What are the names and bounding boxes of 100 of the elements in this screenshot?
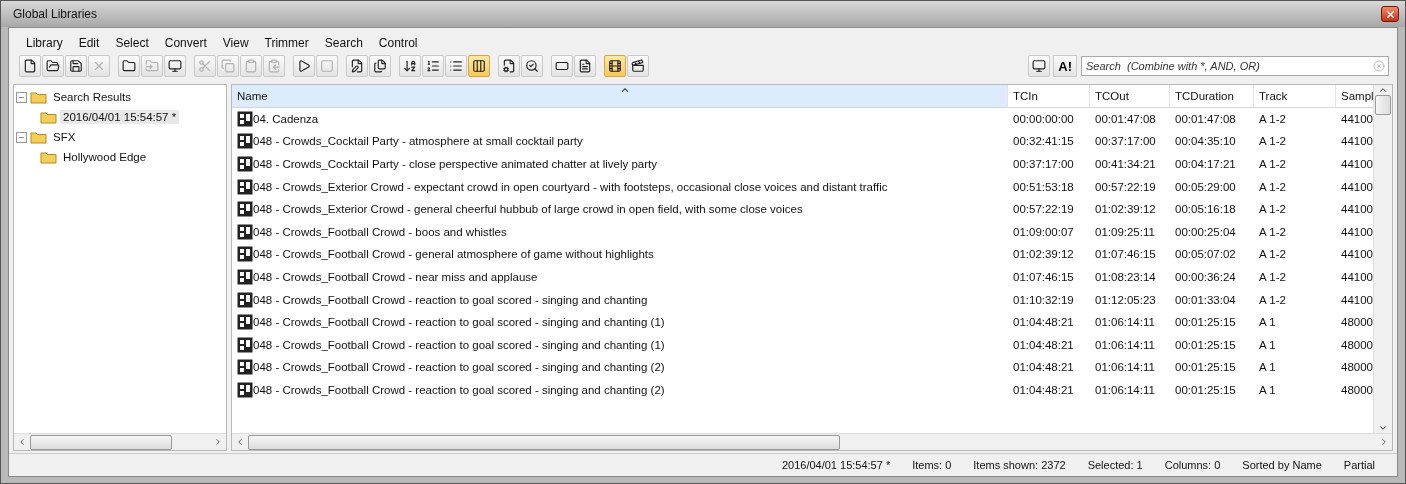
close-icon [92, 59, 106, 73]
documents-button[interactable] [369, 55, 391, 77]
table-cell-text: 44100 [1340, 179, 1373, 195]
columns-icon [472, 59, 486, 73]
scroll-left-icon[interactable] [235, 437, 245, 447]
folder-open-icon [40, 110, 57, 124]
table-cell-text: A 1-2 [1258, 111, 1287, 127]
clapperboard-button[interactable] [627, 55, 649, 77]
column-header[interactable]: TCDuration [1170, 85, 1254, 108]
table-cell: 048 - Crowds_Football Crowd - reaction to goal scored - singing and chanting (2) [253, 384, 665, 396]
table-cell: 048 - Crowds_Football Crowd - boos and whistles [253, 225, 507, 238]
collapse-toggle[interactable] [16, 131, 27, 143]
table-cell-text: 01:02:39:12 [1094, 202, 1157, 218]
table-cell-text: 44100 [1340, 134, 1373, 150]
table-cell-text: A 1-2 [1258, 202, 1287, 218]
folder-button[interactable] [118, 55, 140, 77]
text-document-button[interactable] [574, 55, 596, 77]
monitor-button[interactable] [164, 55, 186, 77]
tree-item[interactable]: Search Results [50, 90, 134, 104]
window-switch-button[interactable] [1028, 55, 1051, 77]
table-cell-text: 01:07:46:15 [1012, 270, 1075, 286]
document-gear-button[interactable] [498, 55, 520, 77]
scroll-thumb[interactable] [30, 434, 172, 450]
scroll-right-icon[interactable] [1379, 437, 1389, 447]
status-text: Columns: 0 [1164, 459, 1221, 471]
document-button[interactable] [19, 55, 41, 77]
table-cell-text: 00:41:34:21 [1094, 157, 1157, 173]
collapse-toggle[interactable] [16, 91, 27, 103]
scroll-right-icon[interactable] [213, 437, 223, 447]
menu-item[interactable]: View [215, 36, 256, 50]
folder-open-icon [46, 59, 60, 73]
scroll-left-icon[interactable] [17, 437, 27, 447]
status-text: Sorted by Name [1242, 459, 1322, 471]
table-cell-text: 00:01:33:04 [1174, 292, 1237, 308]
scroll-thumb[interactable] [1375, 95, 1391, 115]
menu-item[interactable]: Trimmer [257, 36, 316, 50]
save-button[interactable] [65, 55, 87, 77]
tree-item[interactable]: Hollywood Edge [60, 150, 150, 164]
folder-open-button[interactable] [42, 55, 64, 77]
column-header[interactable]: TCOut [1090, 85, 1170, 108]
table-cell-text: 01:09:00:07 [1012, 224, 1075, 240]
menu-item[interactable]: Control [371, 36, 425, 50]
close-button[interactable] [1381, 6, 1399, 22]
column-header[interactable]: Name [232, 85, 1008, 108]
stop-icon [320, 59, 334, 73]
table-cell-text: 44100 [1340, 224, 1373, 240]
table-cell-text: 00:05:16:18 [1174, 202, 1237, 218]
table-cell-text: 01:07:46:15 [1094, 247, 1157, 263]
scroll-up-icon[interactable] [1378, 85, 1388, 95]
table-cell: 048 - Crowds_Football Crowd - reaction to goal scored - singing and chanting (1) [253, 338, 665, 351]
table-cell-text: 01:02:39:12 [1012, 247, 1075, 263]
table-cell-text: 00:01:25:15 [1174, 383, 1237, 398]
edit-document-button[interactable] [346, 55, 368, 77]
table-cell-text: 01:04:48:21 [1012, 315, 1075, 331]
table-cell-text: 44100 [1340, 202, 1373, 218]
table-cell-text: 48000 [1340, 383, 1373, 398]
scroll-thumb[interactable] [248, 434, 840, 450]
column-header[interactable]: TCIn [1008, 85, 1090, 108]
table-cell-text: 44100 [1340, 157, 1373, 173]
tree-item[interactable]: 2016/04/01 15:54:57 * [60, 110, 180, 124]
status-text: Partial [1343, 459, 1375, 471]
column-header[interactable]: Track [1254, 85, 1336, 108]
table-cell: 048 - Crowds_Football Crowd - general atmosphere of game without highlights [253, 248, 654, 261]
table-cell-text: 01:04:48:21 [1012, 337, 1075, 353]
search-button[interactable] [521, 55, 543, 77]
font-button[interactable]: A! [1053, 55, 1077, 77]
tree-item[interactable]: SFX [50, 130, 79, 144]
folder-icon [30, 90, 47, 104]
table-cell-text: 01:06:14:11 [1094, 337, 1156, 353]
menu-item[interactable]: Edit [71, 36, 107, 50]
table-cell-text: 48000 [1340, 315, 1373, 331]
columns-button[interactable] [468, 55, 490, 77]
close-icon [1384, 8, 1396, 20]
sort-button[interactable] [399, 55, 421, 77]
status-text: 2016/04/01 15:54:57 * [781, 459, 891, 471]
scroll-down-icon[interactable] [1378, 423, 1388, 433]
menu-item[interactable]: Search [317, 36, 370, 50]
table-cell-text: 01:06:14:11 [1094, 360, 1156, 376]
search-field[interactable]: Search (Combine with *, AND, OR) [1081, 56, 1389, 76]
table-cell-text: A 1 [1258, 360, 1277, 376]
menu-item[interactable]: Library [19, 36, 70, 50]
table-cell-text: A 1-2 [1258, 292, 1287, 308]
table-cell: 048 - Crowds_Football Crowd - near miss and applause [253, 271, 538, 284]
sort-icon [403, 59, 417, 73]
play-button[interactable] [293, 55, 315, 77]
film-button[interactable] [604, 55, 626, 77]
numbered-list-button[interactable] [422, 55, 444, 77]
monitor-icon [1032, 59, 1047, 73]
table-cell-text: 00:00:00:00 [1012, 111, 1075, 127]
menu-item[interactable]: Convert [157, 36, 214, 50]
list-icon [449, 59, 463, 73]
menu-item[interactable]: Select [108, 36, 156, 50]
list-button[interactable] [445, 55, 467, 77]
table-cell: 048 - Crowds_Cocktail Party - atmosphere at small cocktail party [253, 135, 583, 148]
table-cell-text: 00:37:17:00 [1012, 157, 1075, 173]
table-cell-text: 00:05:07:02 [1174, 247, 1237, 263]
table-cell-text: 01:04:48:21 [1012, 383, 1075, 398]
window-title: Global Libraries [13, 7, 98, 21]
rectangle-button[interactable] [551, 55, 573, 77]
table-cell: 048 - Crowds_Exterior Crowd - general cheerful hubbub of large crowd in open field, with some close voices [253, 203, 803, 216]
